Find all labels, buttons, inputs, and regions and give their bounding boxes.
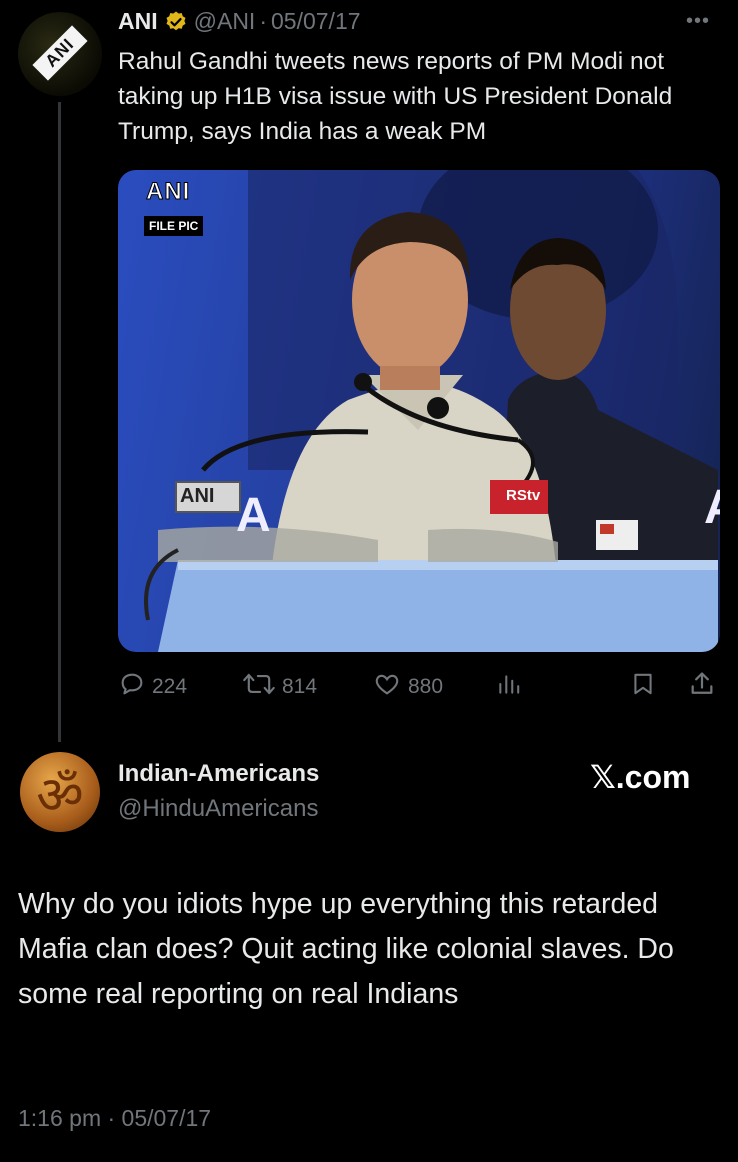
tweet-action-bar: 224 814 880 [118, 670, 718, 706]
like-action[interactable]: 880 [372, 670, 443, 704]
media-mic-label-ani: ANI [180, 485, 215, 507]
verified-badge-icon [164, 10, 188, 34]
author-handle[interactable]: @ANI [194, 8, 256, 35]
like-icon [372, 670, 408, 704]
tweet-date[interactable]: 05/07/17 [271, 8, 361, 35]
media-logo: ANI [146, 178, 191, 206]
reply-author-name[interactable]: Indian-Americans [118, 760, 319, 788]
author-name[interactable]: ANI [118, 8, 158, 35]
media-banner-letter-right: A [704, 480, 720, 535]
like-count: 880 [408, 675, 444, 698]
reply-author-handle[interactable]: @HinduAmericans [118, 795, 318, 823]
share-icon [688, 670, 722, 704]
reply-timestamp[interactable]: 1:16 pm · 05/07/17 [18, 1105, 211, 1132]
reply-action[interactable]: 224 [118, 670, 187, 704]
bookmark-action[interactable] [630, 670, 662, 704]
xcom-watermark: 𝕏.com [590, 759, 691, 795]
media-file-pic-tag: FILE PIC [144, 216, 204, 236]
hinduamericans-avatar[interactable]: ॐ [20, 752, 100, 832]
bookmark-icon [630, 670, 662, 704]
ani-avatar-logo: ANI [32, 25, 88, 81]
tweet-media-image[interactable]: ANI FILE PIC ANI RStv A A [118, 170, 720, 652]
original-tweet-text: Rahul Gandhi tweets news reports of PM M… [118, 48, 673, 145]
media-banner-letter-left: A [236, 489, 271, 542]
media-mic-label-rstv: RStv [506, 487, 541, 504]
original-tweet-header: ANI @ANI · 05/07/17 [118, 8, 361, 35]
reply-count: 224 [152, 675, 188, 698]
retweet-action[interactable]: 814 [242, 670, 317, 704]
reply-icon [118, 670, 152, 704]
thread-connector-line [58, 102, 61, 742]
retweet-icon [242, 670, 282, 704]
header-separator: · [259, 8, 267, 34]
views-icon [496, 670, 528, 704]
views-action[interactable] [496, 670, 528, 704]
retweet-count: 814 [282, 675, 318, 698]
reply-tweet-text: Why do you idiots hype up everything thi… [18, 888, 674, 1010]
om-symbol-avatar: ॐ [36, 766, 84, 826]
ani-avatar[interactable]: ANI [18, 12, 102, 96]
share-action[interactable] [688, 670, 722, 704]
more-icon[interactable]: ••• [686, 10, 710, 33]
